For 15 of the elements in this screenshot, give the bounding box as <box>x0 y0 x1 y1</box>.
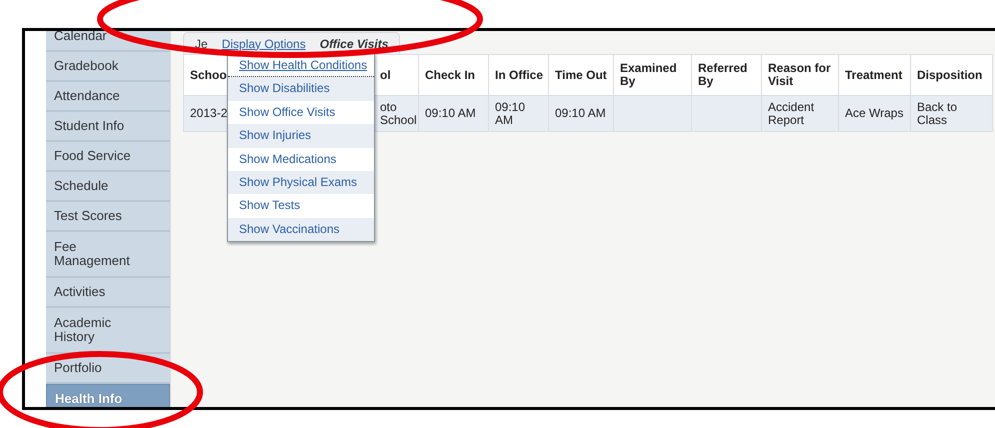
tab[interactable]: Office Visits <box>312 36 396 50</box>
menu-item[interactable]: Show Physical Exams <box>228 170 374 194</box>
table-cell: Ace Wraps <box>838 96 910 132</box>
table-cell: 09:10 AM <box>418 96 488 132</box>
table-cell: Back to Class <box>910 96 992 132</box>
menu-item[interactable]: Show Injuries <box>228 124 374 148</box>
tab[interactable]: Je <box>188 36 215 50</box>
table-cell: 09:10 AM <box>548 96 614 132</box>
menu-item[interactable]: Show Medications <box>228 148 374 171</box>
menu-item[interactable]: Show Vaccinations <box>228 218 374 242</box>
table-cell: 09:10 AM <box>488 96 548 132</box>
table-cell: Accident Report <box>762 96 838 132</box>
display-options-link[interactable]: Display Options <box>214 36 313 50</box>
menu-item[interactable]: Show Disabilities <box>228 77 374 101</box>
menu-item[interactable]: Show Tests <box>228 194 374 218</box>
